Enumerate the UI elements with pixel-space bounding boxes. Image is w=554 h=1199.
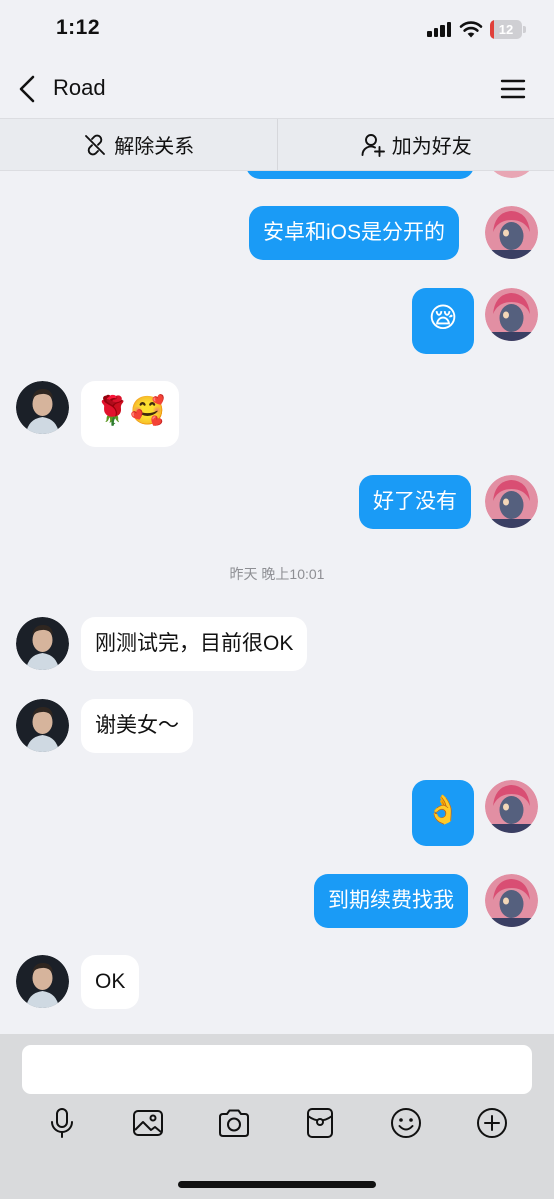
chat-area[interactable]: 安卓和iOS是分开的 😪 🌹🥰 好了没有 昨天 晚上10:01 刚测试完，目前很…: [0, 171, 554, 1034]
my-avatar[interactable]: [485, 780, 538, 833]
remove-relationship-label: 解除关系: [114, 136, 195, 158]
unlink-icon: [85, 134, 106, 155]
contact-avatar[interactable]: [16, 381, 69, 434]
emoji-message-bubble[interactable]: 👌: [412, 780, 474, 846]
battery-level: 12: [498, 22, 514, 37]
battery-icon: 12: [490, 20, 526, 39]
contact-avatar[interactable]: [16, 955, 69, 1008]
nav-bar: Road: [0, 58, 554, 118]
my-avatar[interactable]: [485, 475, 538, 528]
relationship-action-bar: 解除关系 加为好友: [0, 118, 554, 171]
wifi-icon: [459, 21, 483, 38]
message-bubble-partial[interactable]: [246, 171, 474, 179]
contact-avatar[interactable]: [16, 699, 69, 752]
emoji-message-bubble[interactable]: 🌹🥰: [81, 381, 179, 447]
plus-icon[interactable]: [475, 1106, 509, 1140]
my-avatar[interactable]: [485, 171, 538, 178]
home-indicator[interactable]: [178, 1181, 376, 1188]
add-user-icon: [361, 133, 385, 157]
signal-icon: [427, 22, 452, 37]
back-arrow-icon[interactable]: [16, 74, 38, 104]
my-avatar[interactable]: [485, 206, 538, 259]
timestamp: 昨天 晚上10:01: [229, 566, 325, 582]
remove-relationship-button[interactable]: 解除关系: [0, 119, 277, 170]
message-bubble[interactable]: 谢美女～: [81, 699, 193, 753]
add-friend-label: 加为好友: [391, 136, 472, 158]
image-icon[interactable]: [131, 1106, 165, 1140]
my-avatar[interactable]: [485, 874, 538, 927]
emoji-ok-hand: 👌: [425, 794, 461, 825]
emoji-sleepy: 😪: [428, 302, 458, 333]
message-bubble[interactable]: 安卓和iOS是分开的: [249, 206, 460, 260]
message-bubble[interactable]: OK: [81, 955, 140, 1009]
contact-avatar[interactable]: [16, 617, 69, 670]
status-time: 1:12: [56, 16, 101, 39]
microphone-icon[interactable]: [45, 1106, 79, 1140]
message-bubble[interactable]: 好了没有: [359, 475, 471, 529]
add-friend-button[interactable]: 加为好友: [278, 119, 554, 170]
message-bubble[interactable]: 到期续费找我: [314, 874, 468, 928]
message-bubble[interactable]: 刚测试完，目前很OK: [81, 617, 308, 671]
message-input[interactable]: [22, 1045, 532, 1094]
emoji-icon[interactable]: [389, 1106, 423, 1140]
input-area: [0, 1034, 554, 1199]
chat-title: Road: [53, 75, 106, 100]
menu-icon[interactable]: [499, 77, 527, 101]
status-bar: 1:12 12: [0, 0, 554, 58]
camera-icon[interactable]: [217, 1106, 251, 1140]
red-packet-icon[interactable]: [303, 1106, 337, 1140]
my-avatar[interactable]: [485, 288, 538, 341]
emoji-message-bubble[interactable]: 😪: [412, 288, 474, 354]
emoji-rose-hug: 🌹🥰: [95, 395, 165, 426]
